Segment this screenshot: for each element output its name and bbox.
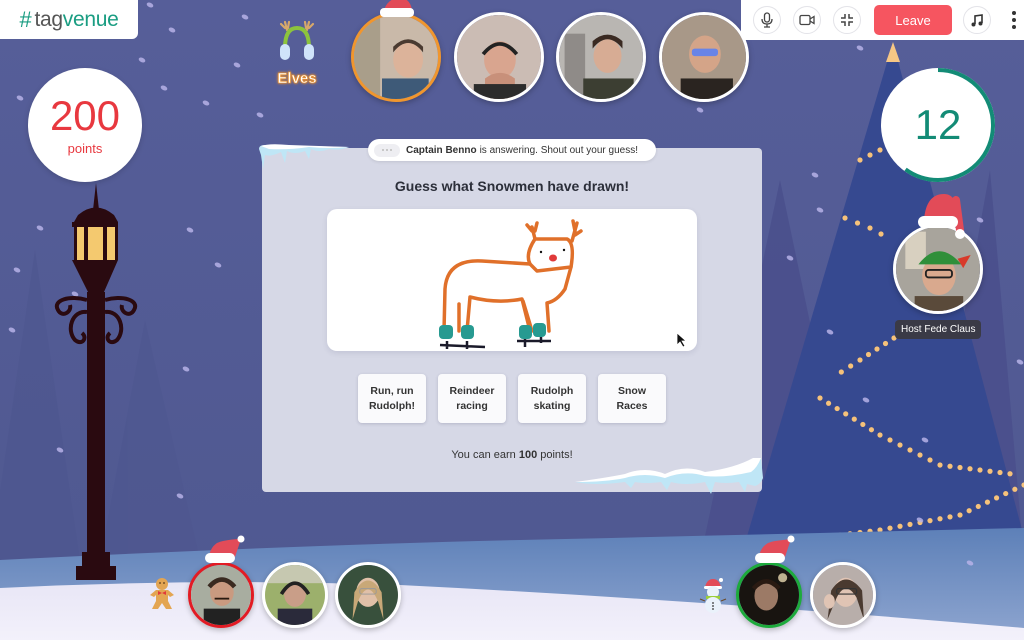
timer-value: 12 <box>914 101 962 148</box>
question-title: Guess what Snowmen have drawn! <box>394 178 630 194</box>
participant-video-6[interactable] <box>262 562 328 628</box>
participant-video-1[interactable] <box>351 12 441 102</box>
answering-player-name: Captain Benno <box>406 144 477 156</box>
santa-hat-icon <box>918 194 965 239</box>
answer-option-3[interactable]: Rudolph skating <box>518 374 586 423</box>
tagvenue-logo[interactable]: # tag venue <box>0 0 138 39</box>
answer-option-4[interactable]: Snow Races <box>598 374 666 423</box>
call-toolbar: Leave <box>741 0 1024 40</box>
mute-microphone-button[interactable] <box>753 6 781 34</box>
score-label: points <box>67 140 103 156</box>
team-badge: Elves <box>268 18 326 88</box>
music-note-icon <box>971 13 983 26</box>
earnable-points-value: 100 <box>518 449 538 461</box>
participant-video-3[interactable] <box>556 12 646 102</box>
exit-fullscreen-icon <box>841 14 853 26</box>
more-options-button[interactable] <box>1009 11 1019 29</box>
answering-status-text: is answering. Shout out your guess! <box>479 144 638 156</box>
music-button[interactable] <box>963 6 991 34</box>
more-vertical-icon <box>1012 11 1016 15</box>
countdown-timer: 12 <box>881 68 995 182</box>
team-score: 200 points <box>28 68 142 182</box>
icicles-bottom-right <box>575 458 763 494</box>
participant-video-5[interactable] <box>188 562 254 628</box>
santa-hat-icon <box>380 0 414 17</box>
gingerbread-man-icon <box>150 578 174 609</box>
snowman-icon <box>699 578 727 613</box>
participant-video-4[interactable] <box>659 12 749 102</box>
host-name-tooltip: Host Fede Claus <box>895 320 982 339</box>
logo-hash: # <box>19 6 32 32</box>
santa-hat-icon <box>205 535 245 563</box>
participant-video-8[interactable] <box>736 562 802 628</box>
reindeer-earmuffs-icon <box>279 20 315 60</box>
answering-status: Captain Benno is answering. Shout out yo… <box>368 139 656 161</box>
answer-option-2[interactable]: Reindeer racing <box>438 374 506 423</box>
logo-venue: venue <box>62 7 119 31</box>
logo-tag: tag <box>34 7 63 31</box>
score-value: 200 <box>49 91 121 139</box>
participant-video-9[interactable] <box>810 562 876 628</box>
leave-button[interactable]: Leave <box>874 5 952 35</box>
game-scene: # tag venue 200 points Elves Leave 12 Ho… <box>0 0 1024 640</box>
reindeer-drawing <box>439 219 688 349</box>
answer-option-1[interactable]: Run, run Rudolph! <box>358 374 426 423</box>
drawing-canvas <box>327 209 697 351</box>
microphone-icon <box>761 12 773 28</box>
icicles-top-left <box>259 144 349 169</box>
exit-fullscreen-button[interactable] <box>833 6 861 34</box>
video-camera-icon <box>799 14 815 26</box>
toggle-camera-button[interactable] <box>793 6 821 34</box>
team-name: Elves <box>277 70 317 88</box>
earnable-points-text: You can earn 100 points! <box>451 449 573 461</box>
answer-options: Run, run Rudolph! Reindeer racing Rudolph s… <box>358 374 666 423</box>
participant-video-2[interactable] <box>454 12 544 102</box>
mouse-cursor-icon <box>676 332 688 348</box>
participant-video-7[interactable] <box>335 562 401 628</box>
santa-hat-icon <box>755 535 795 563</box>
typing-indicator-icon <box>374 143 400 157</box>
